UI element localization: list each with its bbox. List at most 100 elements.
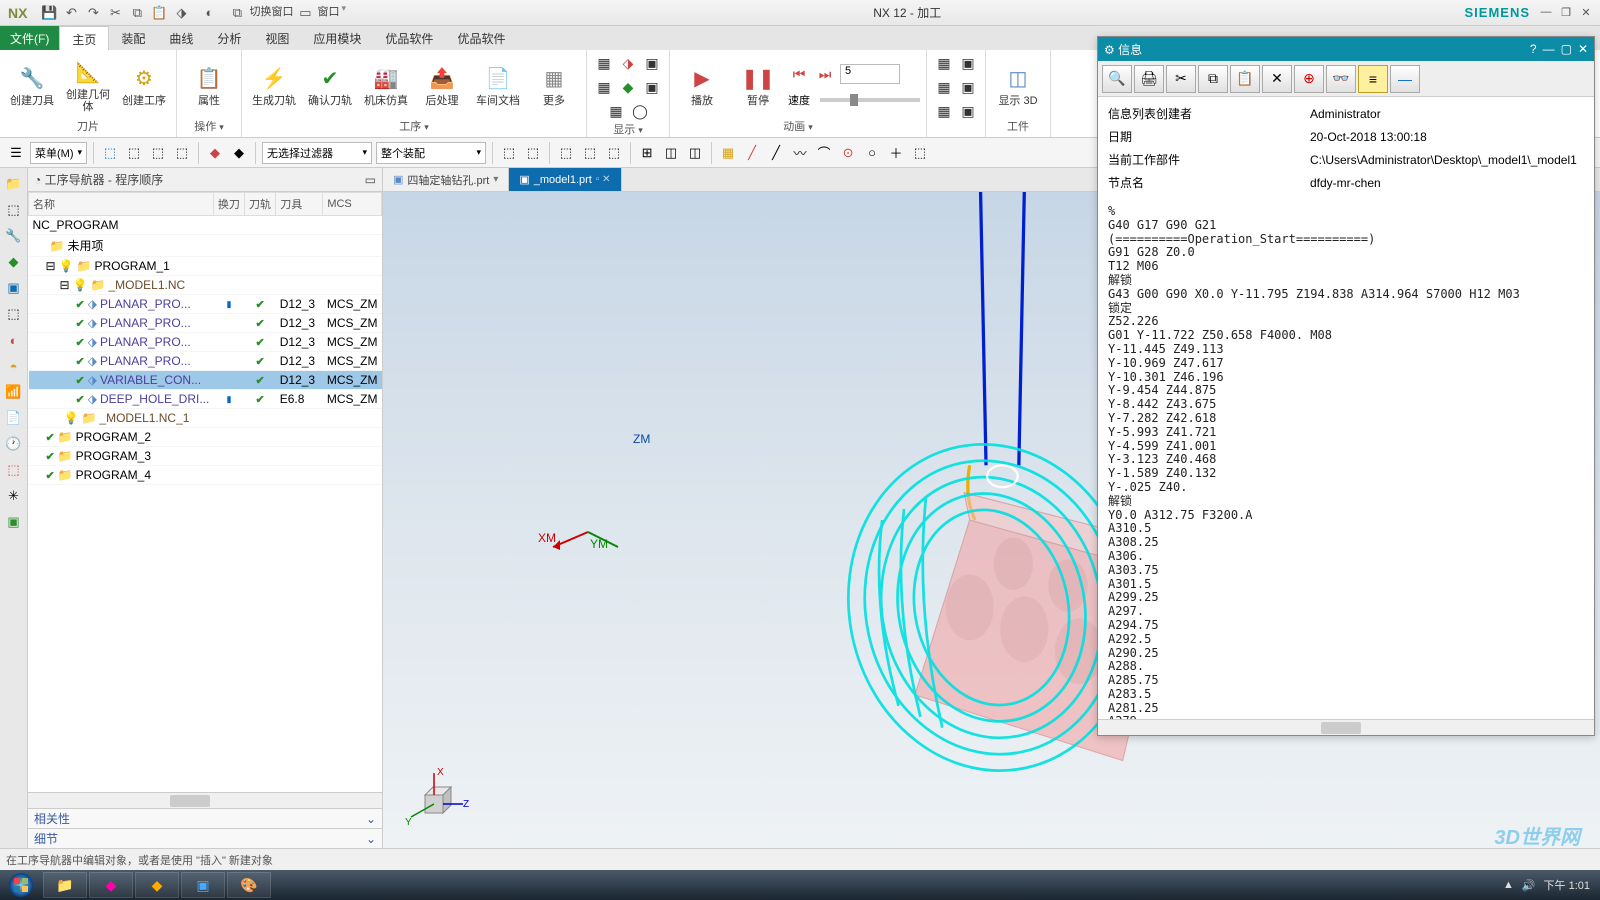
- info-titlebar[interactable]: ⚙ 信息 ?—▢✕: [1098, 37, 1594, 61]
- circle-icon[interactable]: ⊙: [838, 143, 858, 163]
- tree-row[interactable]: ⊟ 💡📁 PROGRAM_1: [29, 257, 382, 276]
- task-item[interactable]: ▣: [181, 872, 225, 898]
- tb-icon[interactable]: ⬚: [910, 143, 930, 163]
- tb-icon[interactable]: ◫: [661, 143, 681, 163]
- delete-icon[interactable]: ✕: [1262, 65, 1292, 93]
- filter1-dd[interactable]: 无选择过滤器 ▾: [262, 142, 372, 164]
- undo-icon[interactable]: ↶: [61, 3, 81, 23]
- speed-slider[interactable]: [820, 98, 920, 102]
- verify-path-button[interactable]: ✔确认刀轨: [304, 65, 356, 107]
- start-button[interactable]: [0, 870, 42, 900]
- col-mcs[interactable]: MCS: [323, 193, 382, 216]
- machine-sim-button[interactable]: 🏭机床仿真: [360, 65, 412, 107]
- clock[interactable]: 下午 1:01: [1544, 877, 1590, 893]
- tree-row[interactable]: ✔📁 PROGRAM_4: [29, 466, 382, 485]
- tb-icon[interactable]: ⬚: [580, 143, 600, 163]
- create-geom-button[interactable]: 📐创建几何体: [62, 59, 114, 113]
- nav-icon[interactable]: ◓: [4, 356, 24, 376]
- tab-assembly[interactable]: 装配: [109, 26, 157, 50]
- close-icon[interactable]: ✕: [1578, 42, 1588, 56]
- copy-icon[interactable]: ⧉: [127, 3, 147, 23]
- section-related[interactable]: 相关性⌄: [28, 808, 382, 828]
- prop-icon[interactable]: ⬗: [171, 3, 191, 23]
- sel-icon[interactable]: ◆: [205, 143, 225, 163]
- sm-btn[interactable]: ▦: [933, 100, 955, 122]
- plus-icon[interactable]: ＋: [886, 143, 906, 163]
- tab-youpin2[interactable]: 优品软件: [445, 26, 517, 50]
- col-tool[interactable]: 刀具: [276, 193, 323, 216]
- sel-icon[interactable]: ⬚: [172, 143, 192, 163]
- paste-icon[interactable]: 📋: [149, 3, 169, 23]
- tray-icon[interactable]: 🔊: [1522, 879, 1536, 892]
- curve-icon[interactable]: 〰: [790, 143, 810, 163]
- nav-icon[interactable]: 📄: [4, 408, 24, 428]
- sel-icon[interactable]: ◆: [229, 143, 249, 163]
- section-detail[interactable]: 细节⌄: [28, 828, 382, 848]
- line-icon[interactable]: ╱: [766, 143, 786, 163]
- sm-btn[interactable]: ▣: [957, 100, 979, 122]
- task-item[interactable]: ◆: [89, 872, 133, 898]
- show-3d-button[interactable]: ◫显示 3D: [992, 65, 1044, 107]
- nav-icon[interactable]: ⬚: [4, 460, 24, 480]
- window-icon[interactable]: ▭: [295, 3, 315, 23]
- menu-icon[interactable]: ☰: [6, 143, 26, 163]
- restore-icon[interactable]: ❐: [1558, 6, 1574, 19]
- nav-icon[interactable]: ◆: [4, 252, 24, 272]
- tree-row-op[interactable]: ✔⬗ PLANAR_PRO...✔D12_3MCS_ZM: [29, 314, 382, 333]
- more-button[interactable]: ▦更多: [528, 65, 580, 107]
- nav-icon[interactable]: ✳: [4, 486, 24, 506]
- min-icon[interactable]: —: [1543, 42, 1555, 56]
- arc-icon[interactable]: ⌒: [814, 143, 834, 163]
- panel-menu-icon[interactable]: ▭: [365, 173, 376, 187]
- nav-icon[interactable]: ▣: [4, 278, 24, 298]
- tb-icon[interactable]: ▦: [718, 143, 738, 163]
- print-icon[interactable]: 🖨: [1134, 65, 1164, 93]
- sm-btn[interactable]: ▣: [957, 76, 979, 98]
- sel-icon[interactable]: ⬚: [148, 143, 168, 163]
- tree-row-op[interactable]: ✔⬗ PLANAR_PRO...▮✔D12_3MCS_ZM: [29, 295, 382, 314]
- nav-icon[interactable]: ⬚: [4, 304, 24, 324]
- switch-window-label[interactable]: 切换窗口: [249, 3, 293, 23]
- tb-icon[interactable]: ◫: [685, 143, 705, 163]
- view-tab-active[interactable]: ▣_model1.prt▫ ✕: [509, 168, 621, 191]
- gauge-icon[interactable]: ◐: [199, 3, 219, 23]
- redo-icon[interactable]: ↷: [83, 3, 103, 23]
- sm-btn[interactable]: ▦: [605, 100, 627, 122]
- tb-icon[interactable]: ⬚: [604, 143, 624, 163]
- minus-icon[interactable]: —: [1390, 65, 1420, 93]
- pause-button[interactable]: ❚❚暂停: [732, 65, 784, 107]
- tree-row[interactable]: NC_PROGRAM: [29, 216, 382, 235]
- col-path[interactable]: 刀轨: [245, 193, 276, 216]
- tab-home[interactable]: 主页: [59, 26, 109, 50]
- nav-icon[interactable]: ◐: [4, 330, 24, 350]
- save-icon[interactable]: 💾: [39, 3, 59, 23]
- tree-row-op[interactable]: ✔⬗ DEEP_HOLE_DRI...▮✔E6.8MCS_ZM: [29, 390, 382, 409]
- sm-btn[interactable]: ▣: [641, 76, 663, 98]
- sm-btn[interactable]: ◆: [617, 76, 639, 98]
- max-icon[interactable]: ▢: [1561, 42, 1572, 56]
- sm-btn[interactable]: ◯: [629, 100, 651, 122]
- line-icon[interactable]: ╱: [742, 143, 762, 163]
- task-item[interactable]: 📁: [43, 872, 87, 898]
- nav-icon[interactable]: 🔧: [4, 226, 24, 246]
- tab-view[interactable]: 视图: [253, 26, 301, 50]
- speed-spinner[interactable]: 5: [840, 64, 900, 84]
- tab-application[interactable]: 应用模块: [301, 26, 373, 50]
- tab-curve[interactable]: 曲线: [157, 26, 205, 50]
- minimize-icon[interactable]: —: [1538, 6, 1554, 19]
- menu-dd[interactable]: 菜单(M) ▾: [30, 142, 87, 164]
- copy-icon[interactable]: ⧉: [1198, 65, 1228, 93]
- tab-analysis[interactable]: 分析: [205, 26, 253, 50]
- sel-icon[interactable]: ⬚: [100, 143, 120, 163]
- shop-doc-button[interactable]: 📄车间文档: [472, 65, 524, 107]
- tree-row[interactable]: 💡📁 _MODEL1.NC_1: [29, 409, 382, 428]
- task-item[interactable]: 🎨: [227, 872, 271, 898]
- step-fwd-icon[interactable]: ⏭: [814, 64, 836, 86]
- tb-icon[interactable]: ⊞: [637, 143, 657, 163]
- nav-icon[interactable]: 📁: [4, 174, 24, 194]
- sm-btn[interactable]: ▦: [593, 52, 615, 74]
- col-name[interactable]: 名称: [29, 193, 214, 216]
- view-icon[interactable]: 👓: [1326, 65, 1356, 93]
- sm-btn[interactable]: ▣: [957, 52, 979, 74]
- nav-tree[interactable]: 名称 换刀 刀轨 刀具 MCS NC_PROGRAM 📁 未用项 ⊟ 💡📁 PR…: [28, 192, 382, 792]
